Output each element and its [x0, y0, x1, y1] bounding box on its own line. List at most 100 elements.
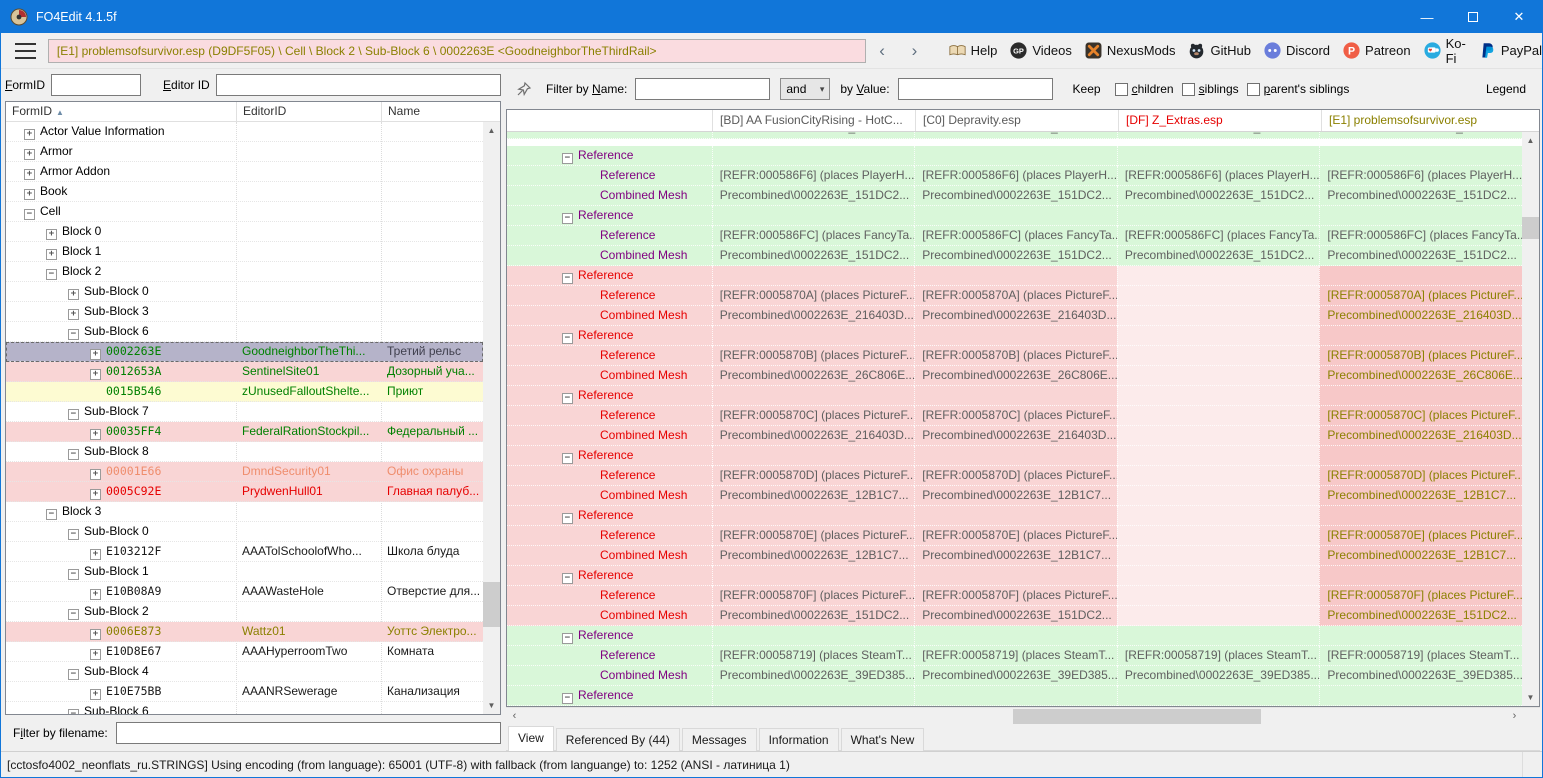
plugin-cell[interactable]	[1117, 366, 1320, 386]
plugin-cell[interactable]	[1117, 406, 1320, 426]
plugin-cell[interactable]	[712, 146, 915, 166]
collapse-icon[interactable]: −	[68, 669, 79, 680]
plugin-cell[interactable]	[1319, 506, 1522, 526]
scroll-down-icon[interactable]: ▼	[1522, 689, 1539, 706]
plugin-cell[interactable]: [REFR:0005870D] (places PictureF...	[712, 466, 915, 486]
plugin-cell[interactable]: Precombined\0002263E_151DC2...	[914, 132, 1117, 139]
plugin-cell[interactable]: Precombined\0002263E_151DC2...	[914, 186, 1117, 206]
table-row[interactable]: Combined MeshPrecombined\0002263E_216403…	[507, 426, 1522, 446]
collapse-icon[interactable]: −	[562, 693, 573, 704]
plugin-cell[interactable]: Precombined\0002263E_151DC2...	[712, 606, 915, 626]
toolbar-link-discord[interactable]: Discord	[1264, 42, 1330, 59]
tab-referenced-by-44-[interactable]: Referenced By (44)	[556, 728, 680, 751]
maximize-button[interactable]	[1450, 1, 1496, 33]
plugin-cell[interactable]: Precombined\0002263E_216403D...	[1319, 306, 1522, 326]
scroll-right-icon[interactable]: ›	[1506, 708, 1523, 725]
plugin-cell[interactable]: [REFR:0005870D] (places PictureF...	[1319, 466, 1522, 486]
tree-row[interactable]: +Sub-Block 0	[6, 282, 483, 302]
table-row[interactable]: −Reference	[507, 326, 1522, 346]
expand-icon[interactable]: +	[90, 349, 101, 360]
plugin-cell[interactable]	[1117, 146, 1320, 166]
plugin-cell[interactable]	[1319, 146, 1522, 166]
tree-row[interactable]: +00001E66DmndSecurity01Офис охраны	[6, 462, 483, 482]
table-row[interactable]: −Reference	[507, 206, 1522, 226]
plugin-cell[interactable]: [REFR:0005870F] (places PictureF...	[1319, 586, 1522, 606]
tree-row[interactable]: +0006E873Wattz01Уоттс Электро...	[6, 622, 483, 642]
plugin-cell[interactable]	[712, 626, 915, 646]
minimize-button[interactable]: —	[1404, 1, 1450, 33]
plugin-cell[interactable]	[1117, 606, 1320, 626]
pin-icon[interactable]	[516, 81, 532, 97]
collapse-icon[interactable]: −	[562, 393, 573, 404]
plugin-cell[interactable]	[1117, 386, 1320, 406]
table-row[interactable]: Combined MeshPrecombined\0002263E_39ED38…	[507, 666, 1522, 686]
plugin-column-header[interactable]: [E1] problemsofsurvivor.esp	[1321, 110, 1524, 131]
plugin-cell[interactable]	[914, 566, 1117, 586]
plugin-cell[interactable]: [REFR:0005870C] (places PictureF...	[712, 406, 915, 426]
toolbar-link-videos[interactable]: GPVideos	[1010, 42, 1072, 59]
tree-row[interactable]: −Block 2	[6, 262, 483, 282]
tree-row[interactable]: −Sub-Block 0	[6, 522, 483, 542]
plugin-cell[interactable]: Precombined\0002263E_151DC2...	[1117, 186, 1320, 206]
plugin-cell[interactable]	[914, 626, 1117, 646]
collapse-icon[interactable]: −	[68, 529, 79, 540]
plugin-cell[interactable]	[1319, 686, 1522, 706]
plugin-cell[interactable]	[1117, 586, 1320, 606]
plugin-cell[interactable]	[914, 146, 1117, 166]
plugin-cell[interactable]: [REFR:0005870F] (places PictureF...	[712, 586, 915, 606]
plugin-cell[interactable]: Precombined\0002263E_151DC2...	[914, 606, 1117, 626]
plugin-cell[interactable]	[1319, 326, 1522, 346]
plugin-cell[interactable]	[1319, 626, 1522, 646]
tree-row[interactable]: +Book	[6, 182, 483, 202]
plugin-cell[interactable]	[1117, 506, 1320, 526]
table-row[interactable]: Reference[REFR:0005870D] (places Picture…	[507, 466, 1522, 486]
plugin-cell[interactable]: [REFR:0005870B] (places PictureF...	[914, 346, 1117, 366]
expand-icon[interactable]: +	[90, 549, 101, 560]
collapse-icon[interactable]: −	[68, 329, 79, 340]
plugin-cell[interactable]: [REFR:000586F6] (places PlayerH...	[1319, 166, 1522, 186]
plugin-cell[interactable]: Precombined\0002263E_39ED385...	[1117, 666, 1320, 686]
plugin-cell[interactable]	[914, 386, 1117, 406]
plugin-cell[interactable]: [REFR:0005870D] (places PictureF...	[914, 466, 1117, 486]
tree-row[interactable]: −Sub-Block 7	[6, 402, 483, 422]
formid-field[interactable]	[51, 74, 141, 96]
tree-row[interactable]: +0012653ASentinelSite01Дозорный уча...	[6, 362, 483, 382]
plugin-cell[interactable]	[914, 206, 1117, 226]
expand-icon[interactable]: +	[46, 229, 57, 240]
keep-siblings-checkbox[interactable]	[1182, 83, 1195, 96]
plugin-column-header[interactable]: [DF] Z_Extras.esp	[1118, 110, 1321, 131]
plugin-cell[interactable]	[914, 266, 1117, 286]
keep-parents-siblings-checkbox[interactable]	[1247, 83, 1260, 96]
table-row[interactable]: Reference[REFR:0005870F] (places Picture…	[507, 586, 1522, 606]
table-row[interactable]: Combined MeshPrecombined\0002263E_151DC2…	[507, 606, 1522, 626]
tree-row[interactable]: +E10E75BBAAANRSewerageКанализация	[6, 682, 483, 702]
table-row[interactable]: Reference[REFR:000586F6] (places PlayerH…	[507, 166, 1522, 186]
plugin-cell[interactable]: [REFR:00058719] (places SteamT...	[1319, 646, 1522, 666]
nav-back-button[interactable]: ‹	[866, 41, 898, 61]
plugin-cell[interactable]: Precombined\0002263E_151DC2...	[1117, 132, 1320, 139]
filename-filter-input[interactable]	[116, 722, 501, 744]
plugin-cell[interactable]: [REFR:000586F6] (places PlayerH...	[712, 166, 915, 186]
nav-forward-button[interactable]: ›	[898, 41, 930, 61]
collapse-icon[interactable]: −	[562, 273, 573, 284]
collapse-icon[interactable]: −	[562, 513, 573, 524]
tree-header-editorid[interactable]: EditorID	[236, 102, 381, 121]
expand-icon[interactable]: +	[90, 649, 101, 660]
tree-row[interactable]: 0015B546zUnusedFalloutShelte...Приют	[6, 382, 483, 402]
plugin-cell[interactable]: [REFR:0005870A] (places PictureF...	[1319, 286, 1522, 306]
plugin-cell[interactable]	[1117, 466, 1320, 486]
plugin-cell[interactable]: Precombined\0002263E_151DC2...	[1319, 132, 1522, 139]
table-row[interactable]: Combined MeshPrecombined\0002263E_151DC2…	[507, 246, 1522, 266]
filter-value-input[interactable]	[898, 78, 1053, 100]
expand-icon[interactable]: +	[90, 689, 101, 700]
table-row[interactable]: Reference[REFR:0005870E] (places Picture…	[507, 526, 1522, 546]
tree-row[interactable]: +E103212FAAATolSchoolofWho...Школа блуда	[6, 542, 483, 562]
plugin-cell[interactable]: Precombined\0002263E_39ED385...	[1319, 666, 1522, 686]
collapse-icon[interactable]: −	[562, 573, 573, 584]
table-row[interactable]: −Reference	[507, 446, 1522, 466]
close-button[interactable]: ✕	[1496, 1, 1542, 33]
toolbar-link-paypal[interactable]: PayPal	[1479, 42, 1542, 59]
tree-row[interactable]: −Block 3	[6, 502, 483, 522]
plugin-cell[interactable]: Precombined\0002263E_216403D...	[712, 306, 915, 326]
plugin-cell[interactable]: [REFR:000586FC] (places FancyTa...	[914, 226, 1117, 246]
